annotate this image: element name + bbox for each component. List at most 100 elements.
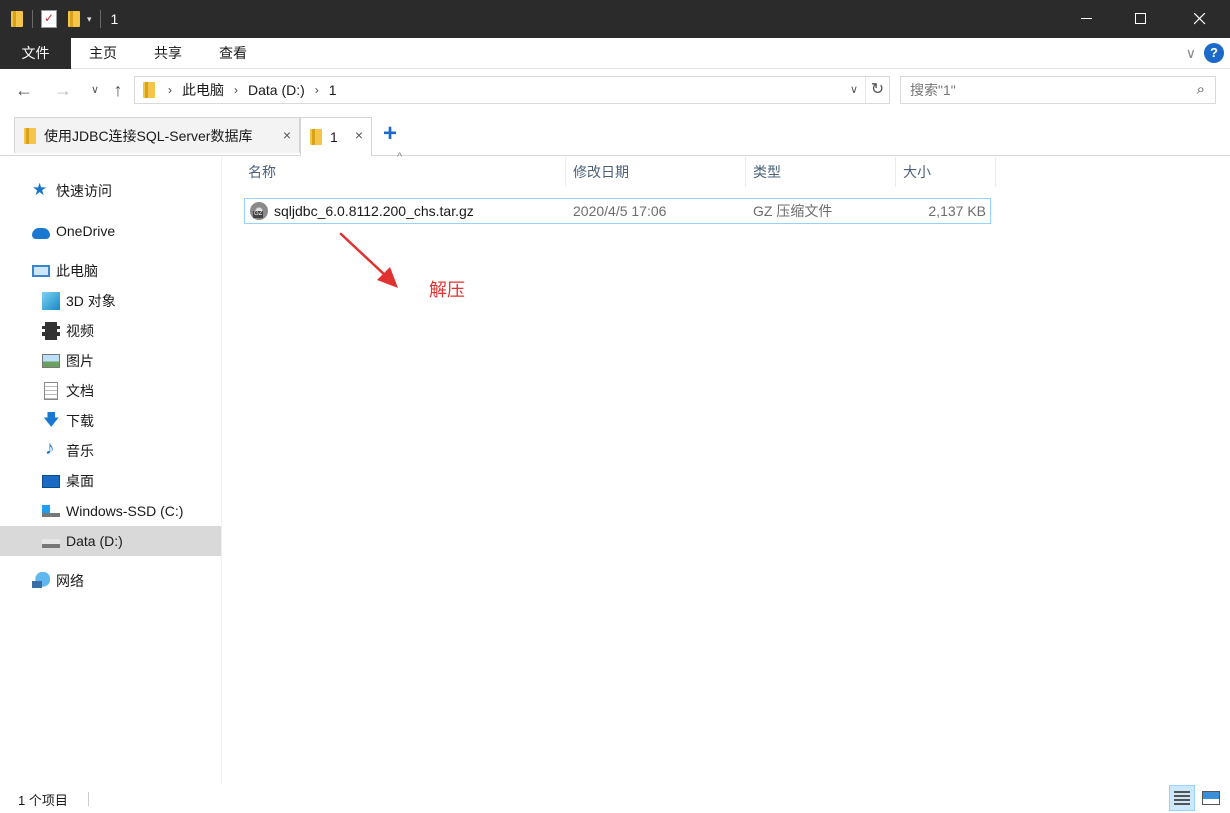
- table-row[interactable]: sqljdbc_6.0.8112.200_chs.tar.gz 2020/4/5…: [244, 198, 991, 224]
- breadcrumb-chevron-icon[interactable]: ›: [234, 83, 238, 97]
- sidebar-item-label: Data (D:): [66, 533, 123, 549]
- back-button[interactable]: ←: [13, 78, 35, 102]
- address-bar[interactable]: › 此电脑 › Data (D:) › 1 ∨ ↻: [134, 76, 890, 104]
- sidebar-item-label: 3D 对象: [66, 293, 116, 309]
- tab-strip: 使用JDBC连接SQL-Server数据库 × 1 × +: [0, 112, 1230, 156]
- onedrive-cloud-icon: [32, 227, 50, 239]
- help-icon[interactable]: ?: [1204, 43, 1224, 63]
- maximize-button[interactable]: [1112, 0, 1170, 38]
- folder-icon: [10, 10, 24, 28]
- documents-icon: [44, 382, 58, 400]
- tab-share[interactable]: 共享: [145, 38, 191, 69]
- gz-archive-icon: [250, 202, 268, 220]
- quick-access-star-icon: [32, 180, 50, 200]
- recent-locations-button[interactable]: ∨: [84, 78, 106, 102]
- drive-d-icon: [42, 539, 60, 548]
- forward-button[interactable]: →: [52, 78, 74, 102]
- 3d-objects-icon: [42, 292, 60, 310]
- sidebar-item-pictures[interactable]: 图片: [0, 346, 221, 376]
- minimize-icon: [1081, 18, 1092, 19]
- sidebar-item-desktop[interactable]: 桌面: [0, 466, 221, 496]
- sidebar-item-quick-access[interactable]: 快速访问: [0, 176, 221, 206]
- toolbar-divider: [32, 10, 33, 28]
- close-icon: [1194, 13, 1206, 25]
- file-type: GZ 压缩文件: [753, 203, 833, 219]
- sidebar-item-label: 视频: [66, 323, 94, 339]
- title-bar: ▾ 1: [0, 0, 1230, 38]
- sidebar-item-label: 此电脑: [56, 263, 98, 279]
- file-size: 2,137 KB: [928, 203, 986, 219]
- breadcrumb-this-pc[interactable]: 此电脑: [182, 80, 224, 100]
- tab-label: 1: [330, 129, 338, 145]
- search-icon[interactable]: ⌕: [1197, 81, 1205, 98]
- large-icons-view-button[interactable]: [1198, 785, 1224, 811]
- column-header-type[interactable]: 类型: [748, 157, 896, 187]
- minimize-button[interactable]: [1062, 0, 1112, 38]
- sidebar-item-network[interactable]: 网络: [0, 566, 221, 596]
- sidebar-item-label: 图片: [66, 353, 94, 369]
- tab-label: 使用JDBC连接SQL-Server数据库: [44, 127, 253, 144]
- search-box[interactable]: ⌕: [900, 76, 1216, 104]
- folder-icon: [309, 128, 323, 146]
- chevron-down-icon: ∨: [90, 84, 100, 96]
- column-header-modified[interactable]: 修改日期: [568, 157, 746, 187]
- pictures-icon: [42, 354, 60, 368]
- sidebar-item-3d-objects[interactable]: 3D 对象: [0, 286, 221, 316]
- close-tab-icon[interactable]: ×: [283, 127, 291, 143]
- back-arrow-icon: ←: [15, 80, 33, 100]
- address-dropdown-icon[interactable]: ∨: [845, 77, 863, 103]
- new-tab-plus-icon[interactable]: +: [383, 121, 397, 147]
- navigation-bar: ← → ∨ ↑ › 此电脑 › Data (D:) › 1 ∨ ↻ ⌕: [0, 70, 1230, 112]
- up-arrow-icon: ↑: [113, 80, 123, 100]
- sidebar-item-label: 快速访问: [56, 183, 112, 199]
- expand-ribbon-chevron-icon[interactable]: ∨: [1186, 45, 1196, 62]
- details-view-button[interactable]: [1169, 785, 1195, 811]
- ribbon-tabs: 文件 主页 共享 查看 ∨ ?: [0, 38, 1230, 69]
- new-folder-icon[interactable]: [67, 10, 81, 28]
- breadcrumb-chevron-icon[interactable]: ›: [168, 83, 172, 97]
- ribbon-right-controls: ∨ ?: [1186, 43, 1224, 63]
- sidebar-item-label: 音乐: [66, 443, 94, 459]
- large-icons-view-icon: [1202, 791, 1220, 805]
- tab-home[interactable]: 主页: [80, 38, 126, 69]
- annotation-arrow-icon: [339, 232, 398, 288]
- annotation-text: 解压: [429, 280, 465, 301]
- sidebar-item-videos[interactable]: 视频: [0, 316, 221, 346]
- properties-icon[interactable]: [41, 10, 57, 28]
- network-icon: [32, 572, 50, 590]
- close-tab-icon[interactable]: ×: [355, 127, 363, 143]
- drive-c-icon: [42, 505, 60, 517]
- column-header-name[interactable]: 名称: [243, 157, 566, 187]
- quick-access-toolbar: ▾ 1: [0, 0, 118, 38]
- downloads-icon: [42, 409, 60, 436]
- customize-toolbar-chevron-icon[interactable]: ▾: [87, 14, 92, 25]
- column-header-size[interactable]: 大小: [898, 157, 996, 187]
- tab-jdbc-folder[interactable]: 使用JDBC连接SQL-Server数据库 ×: [14, 117, 300, 153]
- refresh-icon[interactable]: ↻: [865, 77, 889, 103]
- search-input[interactable]: [901, 77, 1181, 103]
- maximize-icon: [1135, 13, 1146, 24]
- tab-file[interactable]: 文件: [0, 38, 71, 69]
- sidebar-item-downloads[interactable]: 下载: [0, 406, 221, 436]
- breadcrumb-folder-1[interactable]: 1: [329, 82, 337, 98]
- sidebar-item-label: 文档: [66, 383, 94, 399]
- tab-folder-1[interactable]: 1 ×: [300, 117, 372, 156]
- sidebar-item-documents[interactable]: 文档: [0, 376, 221, 406]
- sidebar-item-drive-d[interactable]: Data (D:): [0, 526, 221, 556]
- status-divider: [88, 792, 89, 806]
- sidebar-item-label: 桌面: [66, 473, 94, 489]
- tab-view[interactable]: 查看: [210, 38, 256, 69]
- sidebar-item-label: Windows-SSD (C:): [66, 503, 184, 519]
- sidebar-item-music[interactable]: 音乐: [0, 436, 221, 466]
- sidebar-item-drive-c[interactable]: Windows-SSD (C:): [0, 496, 221, 526]
- breadcrumb-chevron-icon[interactable]: ›: [315, 83, 319, 97]
- forward-arrow-icon: →: [54, 80, 72, 100]
- up-button[interactable]: ↑: [107, 78, 129, 102]
- status-bar: 1 个项目: [0, 785, 1230, 813]
- close-window-button[interactable]: [1170, 0, 1230, 38]
- desktop-icon: [42, 474, 60, 488]
- sidebar-item-this-pc[interactable]: 此电脑: [0, 256, 221, 286]
- this-pc-icon: [32, 265, 50, 277]
- sidebar-item-onedrive[interactable]: OneDrive: [0, 216, 221, 246]
- breadcrumb-data-d[interactable]: Data (D:): [248, 82, 305, 98]
